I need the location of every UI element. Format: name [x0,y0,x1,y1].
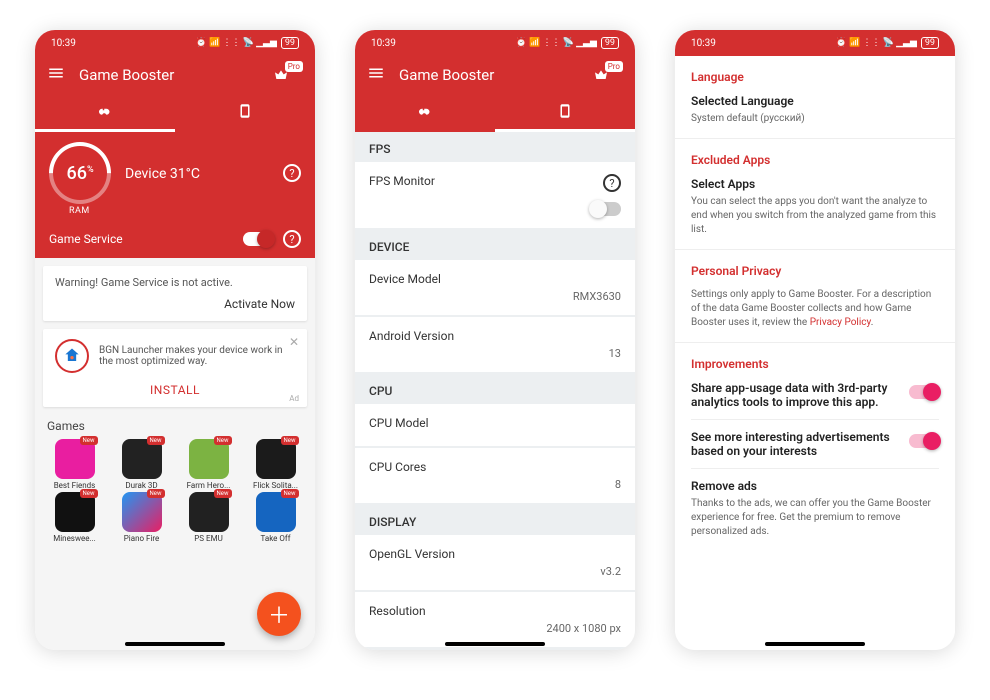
ads-interest-toggle[interactable] [909,434,939,448]
section-improvements: Improvements Share app-usage data with 3… [675,343,955,551]
scroll-body[interactable]: FPS FPS Monitor ? DEVICE Device Model RM… [355,132,635,650]
home-indicator [765,642,865,646]
home-indicator [445,642,545,646]
status-bar: 10:39 ⏰ 📶 ⋮⋮ 📡 ▁▃▅ 99 [35,30,315,56]
phone-icon [556,102,574,120]
tab-games[interactable] [355,94,495,132]
activate-button[interactable]: Activate Now [55,297,295,311]
share-data-toggle[interactable] [909,385,939,399]
new-badge: New [80,489,98,498]
pro-button[interactable]: Pro [273,67,303,83]
status-bar: 10:39 ⏰ 📶 ⋮⋮ 📡 ▁▃▅ 99 [675,30,955,56]
screen-settings: 10:39 ⏰ 📶 ⋮⋮ 📡 ▁▃▅ 99 Language Selected … [675,30,955,650]
game-item[interactable]: New Take Off [244,492,307,543]
tab-device[interactable] [495,94,635,132]
new-badge: New [281,489,299,498]
ad-badge: Ad [289,394,299,403]
device-temp: Device 31°C [125,164,200,182]
tab-bar [355,94,635,132]
section-device: DEVICE [355,230,635,260]
section-fps: FPS [355,132,635,162]
ram-gauge[interactable]: 66% [36,129,124,217]
screen-device: 10:39 ⏰ 📶 ⋮⋮ 📡 ▁▃▅ 99 Game Booster Pro F… [355,30,635,650]
games-grid: NewBest FiendsNewDurak 3DNewFarm Hero...… [35,439,315,543]
menu-icon[interactable] [367,64,385,86]
game-label: Take Off [244,534,307,543]
hero-panel: 66% Device 31°C ? RAM [35,132,315,220]
ram-label: RAM [69,206,301,216]
home-indicator [125,642,225,646]
section-privacy: Personal Privacy Settings only apply to … [675,250,955,343]
device-model-row: Device Model RMX3630 [355,260,635,315]
help-icon[interactable]: ? [603,174,621,192]
pro-button[interactable]: Pro [593,67,623,83]
games-header: Games [35,415,315,439]
fps-toggle[interactable] [591,202,621,216]
new-badge: New [214,489,232,498]
remove-ads-row[interactable]: Remove ads Thanks to the ads, we can off… [691,479,939,539]
fps-monitor-row[interactable]: FPS Monitor ? [355,162,635,228]
resolution-row: Resolution 2400 x 1080 px [355,592,635,647]
section-display: DISPLAY [355,505,635,535]
opengl-row: OpenGL Version v3.2 [355,535,635,590]
screen-games: 10:39 ⏰ 📶 ⋮⋮ 📡 ▁▃▅ 99 Game Booster Pro 6… [35,30,315,650]
game-service-row: Game Service ? [35,220,315,258]
new-badge: New [214,436,232,445]
tab-device[interactable] [175,94,315,132]
new-badge: New [281,436,299,445]
tab-bar [35,94,315,132]
game-item[interactable]: New Piano Fire [110,492,173,543]
game-item[interactable]: NewBest Fiends [43,439,106,490]
game-service-toggle[interactable] [243,232,273,246]
status-icons: ⏰ 📶 ⋮⋮ 📡 ▁▃▅ 99 [196,37,299,50]
close-icon[interactable]: ✕ [289,335,299,349]
gamepad-icon [416,102,434,120]
game-label: Piano Fire [110,534,173,543]
game-item[interactable]: NewDurak 3D [110,439,173,490]
promo-card: ✕ BGN Launcher makes your device work in… [43,329,307,407]
install-button[interactable]: INSTALL [55,383,295,397]
cpu-model-row: CPU Model [355,404,635,446]
new-badge: New [80,436,98,445]
scroll-body[interactable]: Language Selected Language System defaul… [675,56,955,650]
app-header: Game Booster Pro [355,56,635,94]
launcher-icon [55,339,89,373]
fab-add[interactable]: ＋ [257,592,301,636]
game-label: PS EMU [177,534,240,543]
scroll-body[interactable]: Warning! Game Service is not active. Act… [35,258,315,650]
app-title: Game Booster [79,66,259,84]
section-excluded[interactable]: Excluded Apps Select Apps You can select… [675,139,955,250]
game-item[interactable]: NewFarm Hero... [177,439,240,490]
battery-icon: 99 [281,37,299,50]
phone-icon [236,102,254,120]
game-label: Mineswee... [43,534,106,543]
new-badge: New [147,436,165,445]
game-item[interactable]: New PS EMU [177,492,240,543]
warning-card: Warning! Game Service is not active. Act… [43,266,307,321]
app-header: Game Booster Pro [35,56,315,94]
share-data-row[interactable]: Share app-usage data with 3rd-party anal… [691,381,939,409]
cpu-cores-row: CPU Cores 8 [355,448,635,503]
android-version-row: Android Version 13 [355,317,635,372]
ads-interest-row[interactable]: See more interesting advertisements base… [691,430,939,458]
privacy-policy-link[interactable]: Privacy Policy [810,317,871,328]
gamepad-icon [96,102,114,120]
menu-icon[interactable] [47,64,65,86]
new-badge: New [147,489,165,498]
clock: 10:39 [51,38,76,49]
help-icon[interactable]: ? [283,230,301,248]
tab-games[interactable] [35,94,175,132]
help-icon[interactable]: ? [283,164,301,182]
game-item[interactable]: NewFlick Solita... [244,439,307,490]
status-bar: 10:39 ⏰ 📶 ⋮⋮ 📡 ▁▃▅ 99 [355,30,635,56]
game-item[interactable]: New Mineswee... [43,492,106,543]
section-language[interactable]: Language Selected Language System defaul… [675,56,955,139]
section-cpu: CPU [355,374,635,404]
